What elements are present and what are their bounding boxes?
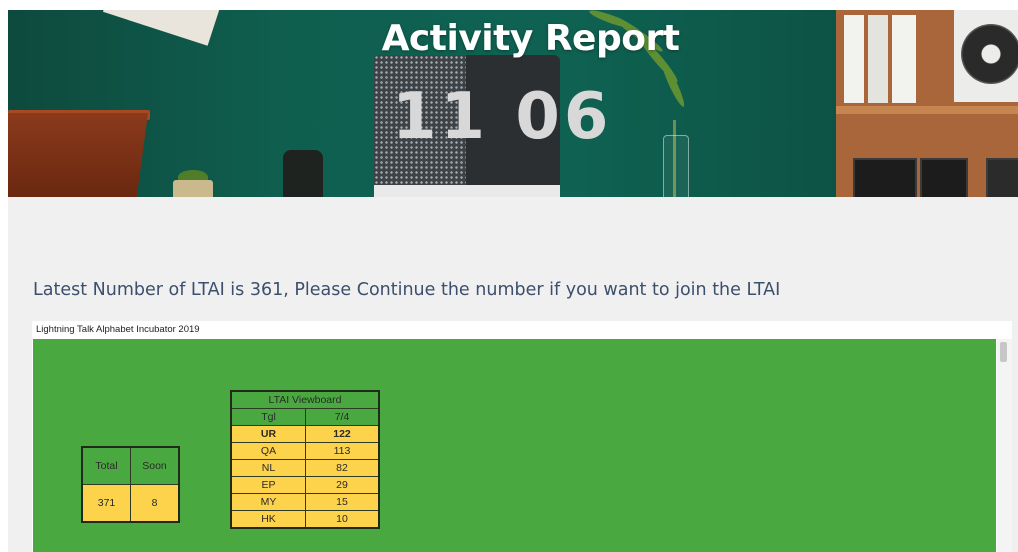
viewboard-header-left: Tgl (230, 408, 306, 426)
scrollbar-thumb[interactable] (1000, 342, 1007, 362)
totals-table: Total Soon 371 8 (81, 446, 180, 523)
hero-banner: 11 06 Activity Report (8, 10, 1018, 197)
table-row: EP 29 (230, 476, 380, 494)
totals-value-soon: 8 (130, 484, 180, 523)
page: 11 06 Activity Report Latest Number of L… (8, 10, 1018, 552)
hero-vase (663, 135, 689, 197)
hero-small-plant-pot (173, 180, 213, 197)
viewboard-code: NL (230, 459, 306, 477)
page-title: Activity Report (381, 18, 680, 59)
vertical-scrollbar[interactable] (997, 339, 1012, 552)
viewboard-header-right: 7/4 (305, 408, 380, 426)
viewboard-table: LTAI Viewboard Tgl 7/4 UR 122 QA 113 NL … (230, 390, 380, 529)
announcement-text: Latest Number of LTAI is 361, Please Con… (33, 280, 781, 300)
sheet-canvas[interactable]: Total Soon 371 8 LTAI Viewboard Tgl 7/4 … (33, 339, 996, 552)
hero-shelf-box (920, 158, 968, 197)
viewboard-count: 113 (305, 442, 380, 460)
hero-clock-base (374, 185, 560, 197)
hero-leaf (658, 59, 688, 109)
hero-clock-digits: 11 06 (392, 80, 613, 154)
embedded-sheet[interactable]: Lightning Talk Alphabet Incubator 2019 T… (32, 321, 1012, 552)
viewboard-code: QA (230, 442, 306, 460)
table-row: HK 10 (230, 510, 380, 529)
table-row: NL 82 (230, 459, 380, 477)
viewboard-code: HK (230, 510, 306, 529)
hero-shelf-box (853, 158, 917, 197)
hero-shelf-board (836, 106, 1018, 114)
viewboard-count: 10 (305, 510, 380, 529)
totals-header-soon: Soon (130, 446, 180, 485)
embedded-sheet-title: Lightning Talk Alphabet Incubator 2019 (36, 324, 200, 335)
table-row: MY 15 (230, 493, 380, 511)
totals-header-total: Total (81, 446, 131, 485)
viewboard-count: 15 (305, 493, 380, 511)
table-row: UR 122 (230, 425, 380, 443)
viewboard-code: UR (230, 425, 306, 443)
viewboard-count: 29 (305, 476, 380, 494)
hero-shelf-box (986, 158, 1018, 197)
viewboard-count: 82 (305, 459, 380, 477)
viewboard-code: EP (230, 476, 306, 494)
viewboard-code: MY (230, 493, 306, 511)
totals-value-total: 371 (81, 484, 131, 523)
hero-lamp (8, 113, 148, 197)
viewboard-title: LTAI Viewboard (230, 390, 380, 409)
hero-figurine (283, 150, 323, 197)
table-row: QA 113 (230, 442, 380, 460)
viewboard-count: 122 (305, 425, 380, 443)
